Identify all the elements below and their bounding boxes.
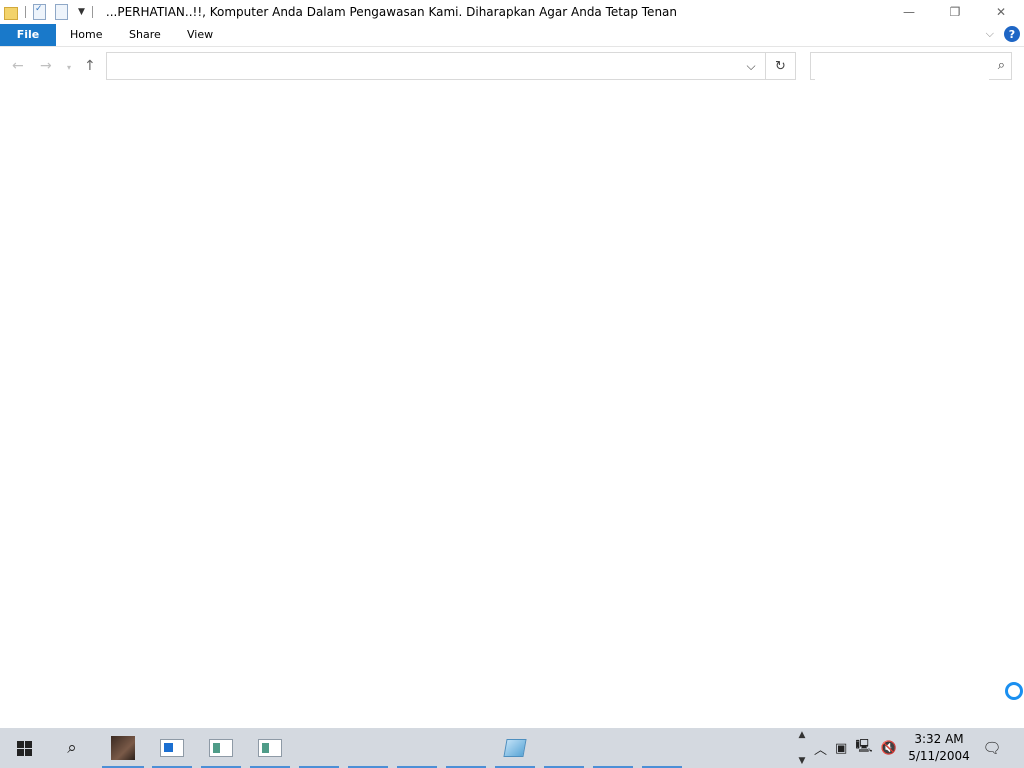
taskbar-search-icon[interactable]: ⌕ xyxy=(48,728,96,768)
clock[interactable]: 3:32 AM 5/11/2004 xyxy=(904,731,974,765)
volume-muted-icon[interactable]: 🔇 xyxy=(881,741,897,756)
tab-home[interactable]: Home xyxy=(70,24,102,46)
taskbar-app-slot[interactable] xyxy=(348,728,388,768)
taskbar-app-book[interactable] xyxy=(495,728,535,768)
window-app-icon xyxy=(160,739,184,757)
search-box[interactable]: ⌕ xyxy=(810,52,1012,80)
title-bar: ▼ ...PERHATIAN..!!, Komputer Anda Dalam … xyxy=(0,0,1024,24)
action-center-icon[interactable]: 🗨 xyxy=(980,728,1004,768)
chevron-up-icon[interactable]: ▲ xyxy=(799,730,806,740)
taskbar-app-slot[interactable] xyxy=(544,728,584,768)
window-app-icon xyxy=(258,739,282,757)
clock-time: 3:32 AM xyxy=(914,732,964,746)
chevron-down-icon[interactable]: ▼ xyxy=(799,756,806,766)
file-list-area[interactable] xyxy=(0,88,1024,728)
taskbar-scroll[interactable]: ▲ ▼ xyxy=(795,728,809,768)
clock-date: 5/11/2004 xyxy=(908,749,970,763)
address-dropdown-chevron-icon[interactable]: ⌵ xyxy=(737,53,765,79)
minimize-button[interactable]: — xyxy=(886,0,932,24)
new-folder-icon[interactable] xyxy=(55,4,68,20)
ribbon-right-controls: ⌵ ? xyxy=(986,26,1020,42)
network-icon[interactable]: 🖳 xyxy=(855,737,872,759)
recent-locations-chevron-icon[interactable]: ▾ xyxy=(67,63,71,72)
start-button[interactable] xyxy=(0,728,48,768)
taskbar-app-slot[interactable] xyxy=(299,728,339,768)
properties-icon[interactable] xyxy=(33,4,46,20)
photo-thumbnail-icon xyxy=(111,736,135,760)
taskbar-app-slot[interactable] xyxy=(642,728,682,768)
tab-view[interactable]: View xyxy=(187,24,213,46)
customize-quick-access-icon[interactable]: ▼ xyxy=(78,7,85,17)
help-icon[interactable]: ? xyxy=(1004,26,1020,42)
back-arrow-icon[interactable]: ← xyxy=(12,58,24,74)
close-button[interactable]: ✕ xyxy=(978,0,1024,24)
file-explorer-window: ▼ ...PERHATIAN..!!, Komputer Anda Dalam … xyxy=(0,0,1024,728)
folder-icon xyxy=(4,6,18,20)
search-input[interactable] xyxy=(815,54,989,80)
meet-now-icon[interactable]: ▣ xyxy=(835,741,847,756)
refresh-icon[interactable]: ↻ xyxy=(765,53,795,79)
taskbar-app-slot[interactable] xyxy=(446,728,486,768)
expand-ribbon-chevron-icon[interactable]: ⌵ xyxy=(986,27,994,41)
quick-access-toolbar: ▼ xyxy=(0,0,100,24)
window-title: ...PERHATIAN..!!, Komputer Anda Dalam Pe… xyxy=(105,5,678,19)
book-app-icon xyxy=(503,739,527,757)
taskbar-app-window-1[interactable] xyxy=(152,728,192,768)
taskbar-app-window-3[interactable] xyxy=(250,728,290,768)
taskbar-app-window-2[interactable] xyxy=(201,728,241,768)
navigation-bar: ← → ▾ ↑ ⌵ ↻ ⌕ xyxy=(0,52,1024,82)
address-bar[interactable]: ⌵ ↻ xyxy=(106,52,796,80)
ribbon-tabs: File Home Share View ⌵ ? xyxy=(0,24,1024,47)
system-tray: ︿ ▣ 🖳 🔇 xyxy=(814,728,905,768)
search-icon: ⌕ xyxy=(997,58,1005,73)
separator xyxy=(25,6,26,18)
restore-button[interactable]: ❐ xyxy=(932,0,978,24)
tab-file[interactable]: File xyxy=(0,24,56,46)
separator xyxy=(91,6,93,18)
up-arrow-icon[interactable]: ↑ xyxy=(84,58,96,74)
forward-arrow-icon[interactable]: → xyxy=(40,58,52,74)
windows-logo-icon xyxy=(16,740,32,756)
window-app-icon xyxy=(209,739,233,757)
window-controls: — ❐ ✕ xyxy=(886,0,1024,24)
taskbar-app-slot[interactable] xyxy=(397,728,437,768)
taskbar: ⌕ ▲ ▼ ︿ ▣ 🖳 🔇 3:32 AM 5/11/2004 🗨 xyxy=(0,728,1024,768)
show-hidden-icons-chevron-icon[interactable]: ︿ xyxy=(814,739,827,758)
taskbar-app-photo[interactable] xyxy=(102,728,144,768)
taskbar-app-slot[interactable] xyxy=(593,728,633,768)
loading-spinner-icon xyxy=(1005,682,1023,700)
tab-share[interactable]: Share xyxy=(129,24,161,46)
